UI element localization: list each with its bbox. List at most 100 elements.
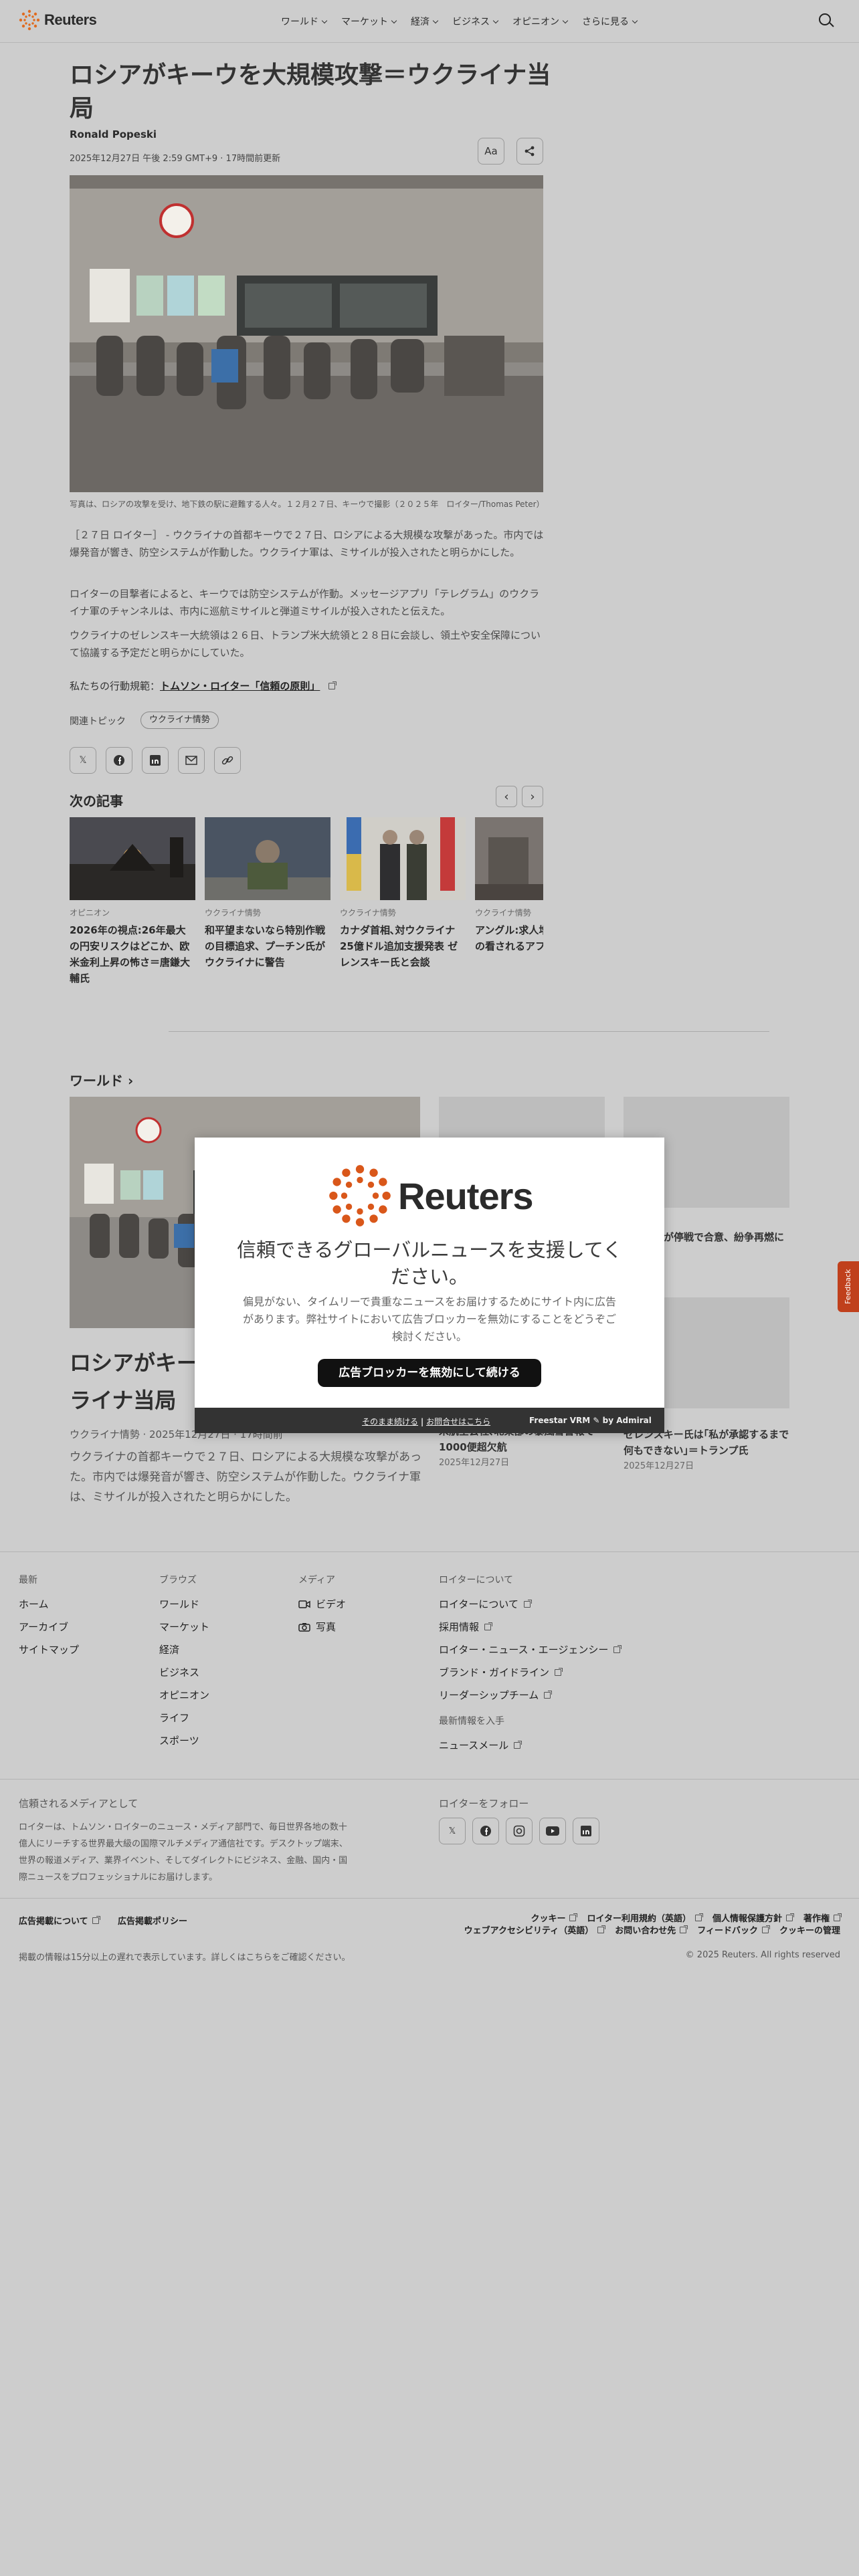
nav-item-more[interactable]: さらに見る <box>582 15 638 28</box>
pagoda-sunset-photo <box>70 817 195 900</box>
pencil-icon: ✎ <box>593 1416 600 1425</box>
footer-link[interactable]: スポーツ <box>159 1733 209 1747</box>
footer-link-label: リーダーシップチーム <box>439 1689 539 1701</box>
legal-link[interactable]: 個人情報保護方針 <box>712 1911 794 1924</box>
footer-link[interactable]: リーダーシップチーム <box>439 1688 620 1702</box>
carousel-next-button[interactable]: › <box>522 786 543 807</box>
footer-link[interactable]: アーカイブ <box>19 1620 79 1634</box>
footer-heading: ブラウズ <box>159 1575 197 1586</box>
section-divider <box>169 1031 769 1032</box>
follow-youtube-button[interactable] <box>539 1818 566 1844</box>
topic-chip[interactable]: ウクライナ情勢 <box>140 712 219 729</box>
legal-link[interactable]: クッキー <box>531 1911 578 1924</box>
font-size-button[interactable]: Aa <box>478 138 504 165</box>
world-section-heading[interactable]: ワールド › <box>70 1070 133 1089</box>
nav-item-world[interactable]: ワールド <box>281 15 328 28</box>
nav-item-economy[interactable]: 経済 <box>411 15 439 28</box>
damaged-building-photo <box>475 817 543 900</box>
next-article-card[interactable]: ウクライナ情勢 和平望まないなら特別作戦の目標追求、プーチン氏がウクライナに警告 <box>205 817 330 970</box>
external-link-icon <box>92 1915 100 1924</box>
share-linkedin-button[interactable] <box>142 747 169 774</box>
footer-link-photos[interactable]: 写真 <box>298 1620 346 1634</box>
footer-link[interactable]: ビジネス <box>159 1665 209 1679</box>
ad-info-link[interactable]: 広告掲載について <box>19 1914 100 1927</box>
share-x-button[interactable]: 𝕏 <box>70 747 96 774</box>
footer-link[interactable]: ブランド・ガイドライン <box>439 1665 620 1679</box>
continue-anyway-link[interactable]: そのまま続ける <box>362 1417 418 1426</box>
footer-link[interactable]: ワールド <box>159 1597 209 1611</box>
follow-x-button[interactable]: 𝕏 <box>439 1818 466 1844</box>
reuters-logo-icon <box>329 1165 391 1226</box>
footer-col-media: メディア ビデオ 写真 <box>298 1573 346 1642</box>
ad-policy-link[interactable]: 広告掲載ポリシー <box>118 1914 187 1927</box>
footer-link-video[interactable]: ビデオ <box>298 1597 346 1611</box>
footer-divider <box>0 1779 859 1780</box>
legal-link-label: フィードバック <box>697 1926 758 1936</box>
follow-facebook-button[interactable] <box>472 1818 499 1844</box>
share-button[interactable] <box>516 138 543 165</box>
nav-label: 経済 <box>411 17 430 27</box>
follow-heading: ロイターをフォロー <box>439 1798 529 1810</box>
x-icon: 𝕏 <box>448 1826 456 1836</box>
footer-col-about: ロイターについて ロイターについて 採用情報 ロイター・ニュース・エージェンシー… <box>439 1573 622 1761</box>
youtube-icon <box>546 1826 559 1836</box>
footer-heading: メディア <box>298 1575 336 1586</box>
share-email-button[interactable] <box>178 747 205 774</box>
legal-link-label: 著作権 <box>803 1914 830 1924</box>
footer-link[interactable]: ロイターについて <box>439 1597 620 1611</box>
share-facebook-button[interactable] <box>106 747 132 774</box>
footer-link[interactable]: オピニオン <box>159 1688 209 1702</box>
related-topics-label: 関連トピック <box>70 716 126 727</box>
card-category: オピニオン <box>70 908 110 918</box>
follow-linkedin-button[interactable] <box>573 1818 599 1844</box>
footer-col-browse: ブラウズ ワールド マーケット 経済 ビジネス オピニオン ライフ スポーツ <box>159 1573 209 1756</box>
footer-link[interactable]: ロイター・ニュース・エージェンシー <box>439 1642 622 1656</box>
footer-divider <box>0 1551 859 1552</box>
footer-link[interactable]: 経済 <box>159 1642 209 1656</box>
link-separator: | <box>420 1417 424 1426</box>
footer-link[interactable]: ホーム <box>19 1597 79 1611</box>
article-author[interactable]: Ronald Popeski <box>70 128 157 140</box>
brand-suffix: by Admiral <box>602 1416 652 1425</box>
next-article-card[interactable]: オピニオン 2026年の視点:26年最大の円安リスクはどこか、欧米金利上昇の怖さ… <box>70 817 195 986</box>
feedback-tab[interactable]: Feedback <box>838 1261 859 1312</box>
external-link-icon <box>834 1913 842 1921</box>
footer-divider <box>0 1898 859 1899</box>
legal-link[interactable]: クッキーの管理 <box>779 1923 840 1936</box>
external-link-icon <box>761 1925 770 1933</box>
legal-link[interactable]: フィードバック <box>697 1923 770 1936</box>
follow-instagram-button[interactable] <box>506 1818 533 1844</box>
footer-link[interactable]: サイトマップ <box>19 1642 79 1656</box>
nav-item-business[interactable]: ビジネス <box>452 15 499 28</box>
article-paragraph: ［２７日 ロイター］ - ウクライナの首都キーウで２７日、ロシアによる大規模な攻… <box>70 529 544 558</box>
nav-item-markets[interactable]: マーケット <box>341 15 397 28</box>
footer-heading: ロイターについて <box>439 1575 514 1586</box>
nav-label: ビジネス <box>452 17 490 27</box>
legal-link[interactable]: 著作権 <box>803 1911 842 1924</box>
footer-link-newsletter[interactable]: ニュースメール <box>439 1738 620 1752</box>
card-category: ウクライナ情勢 <box>340 908 396 918</box>
next-article-card[interactable]: ウクライナ情勢 カナダ首相､対ウクライナ25億ドル追加支援発表 ゼレンスキー氏と… <box>340 817 466 970</box>
photo-caption: 写真は、ロシアの攻撃を受け、地下鉄の駅に避難する人々。１２月２７日、キーウで撮影… <box>70 500 545 509</box>
search-icon[interactable] <box>819 13 831 25</box>
modal-headline: 信頼できるグローバルニュースを支援してください。 <box>237 1239 622 1288</box>
carousel-prev-button[interactable]: ‹ <box>496 786 517 807</box>
leaders-handshake-photo <box>340 817 466 900</box>
next-article-card[interactable]: ウクライナ情勢 アングル:求人増へ、ロシアの看されるアフリ <box>475 817 543 954</box>
disable-adblocker-button[interactable]: 広告ブロッカーを無効にして続ける <box>318 1359 541 1387</box>
footer-link[interactable]: 採用情報 <box>439 1620 620 1634</box>
footer-link-label: ブランド・ガイドライン <box>439 1667 550 1679</box>
external-link-icon <box>785 1913 794 1921</box>
legal-link[interactable]: お問い合わせ先 <box>615 1923 688 1936</box>
chevron-right-icon: › <box>530 789 535 804</box>
email-icon <box>185 756 197 765</box>
trust-principles-link[interactable]: トムソン・ロイター「信頼の原則」 <box>160 680 320 692</box>
reuters-logo[interactable]: Reuters <box>19 9 97 31</box>
contact-link[interactable]: お問合せはこちら <box>426 1417 490 1426</box>
footer-link[interactable]: ライフ <box>159 1711 209 1725</box>
legal-link[interactable]: ウェブアクセシビリティ（英語） <box>464 1923 606 1936</box>
nav-item-opinion[interactable]: オピニオン <box>512 15 569 28</box>
legal-link[interactable]: ロイター利用規約（英語） <box>587 1911 703 1924</box>
footer-link[interactable]: マーケット <box>159 1620 209 1634</box>
copy-link-button[interactable] <box>214 747 241 774</box>
